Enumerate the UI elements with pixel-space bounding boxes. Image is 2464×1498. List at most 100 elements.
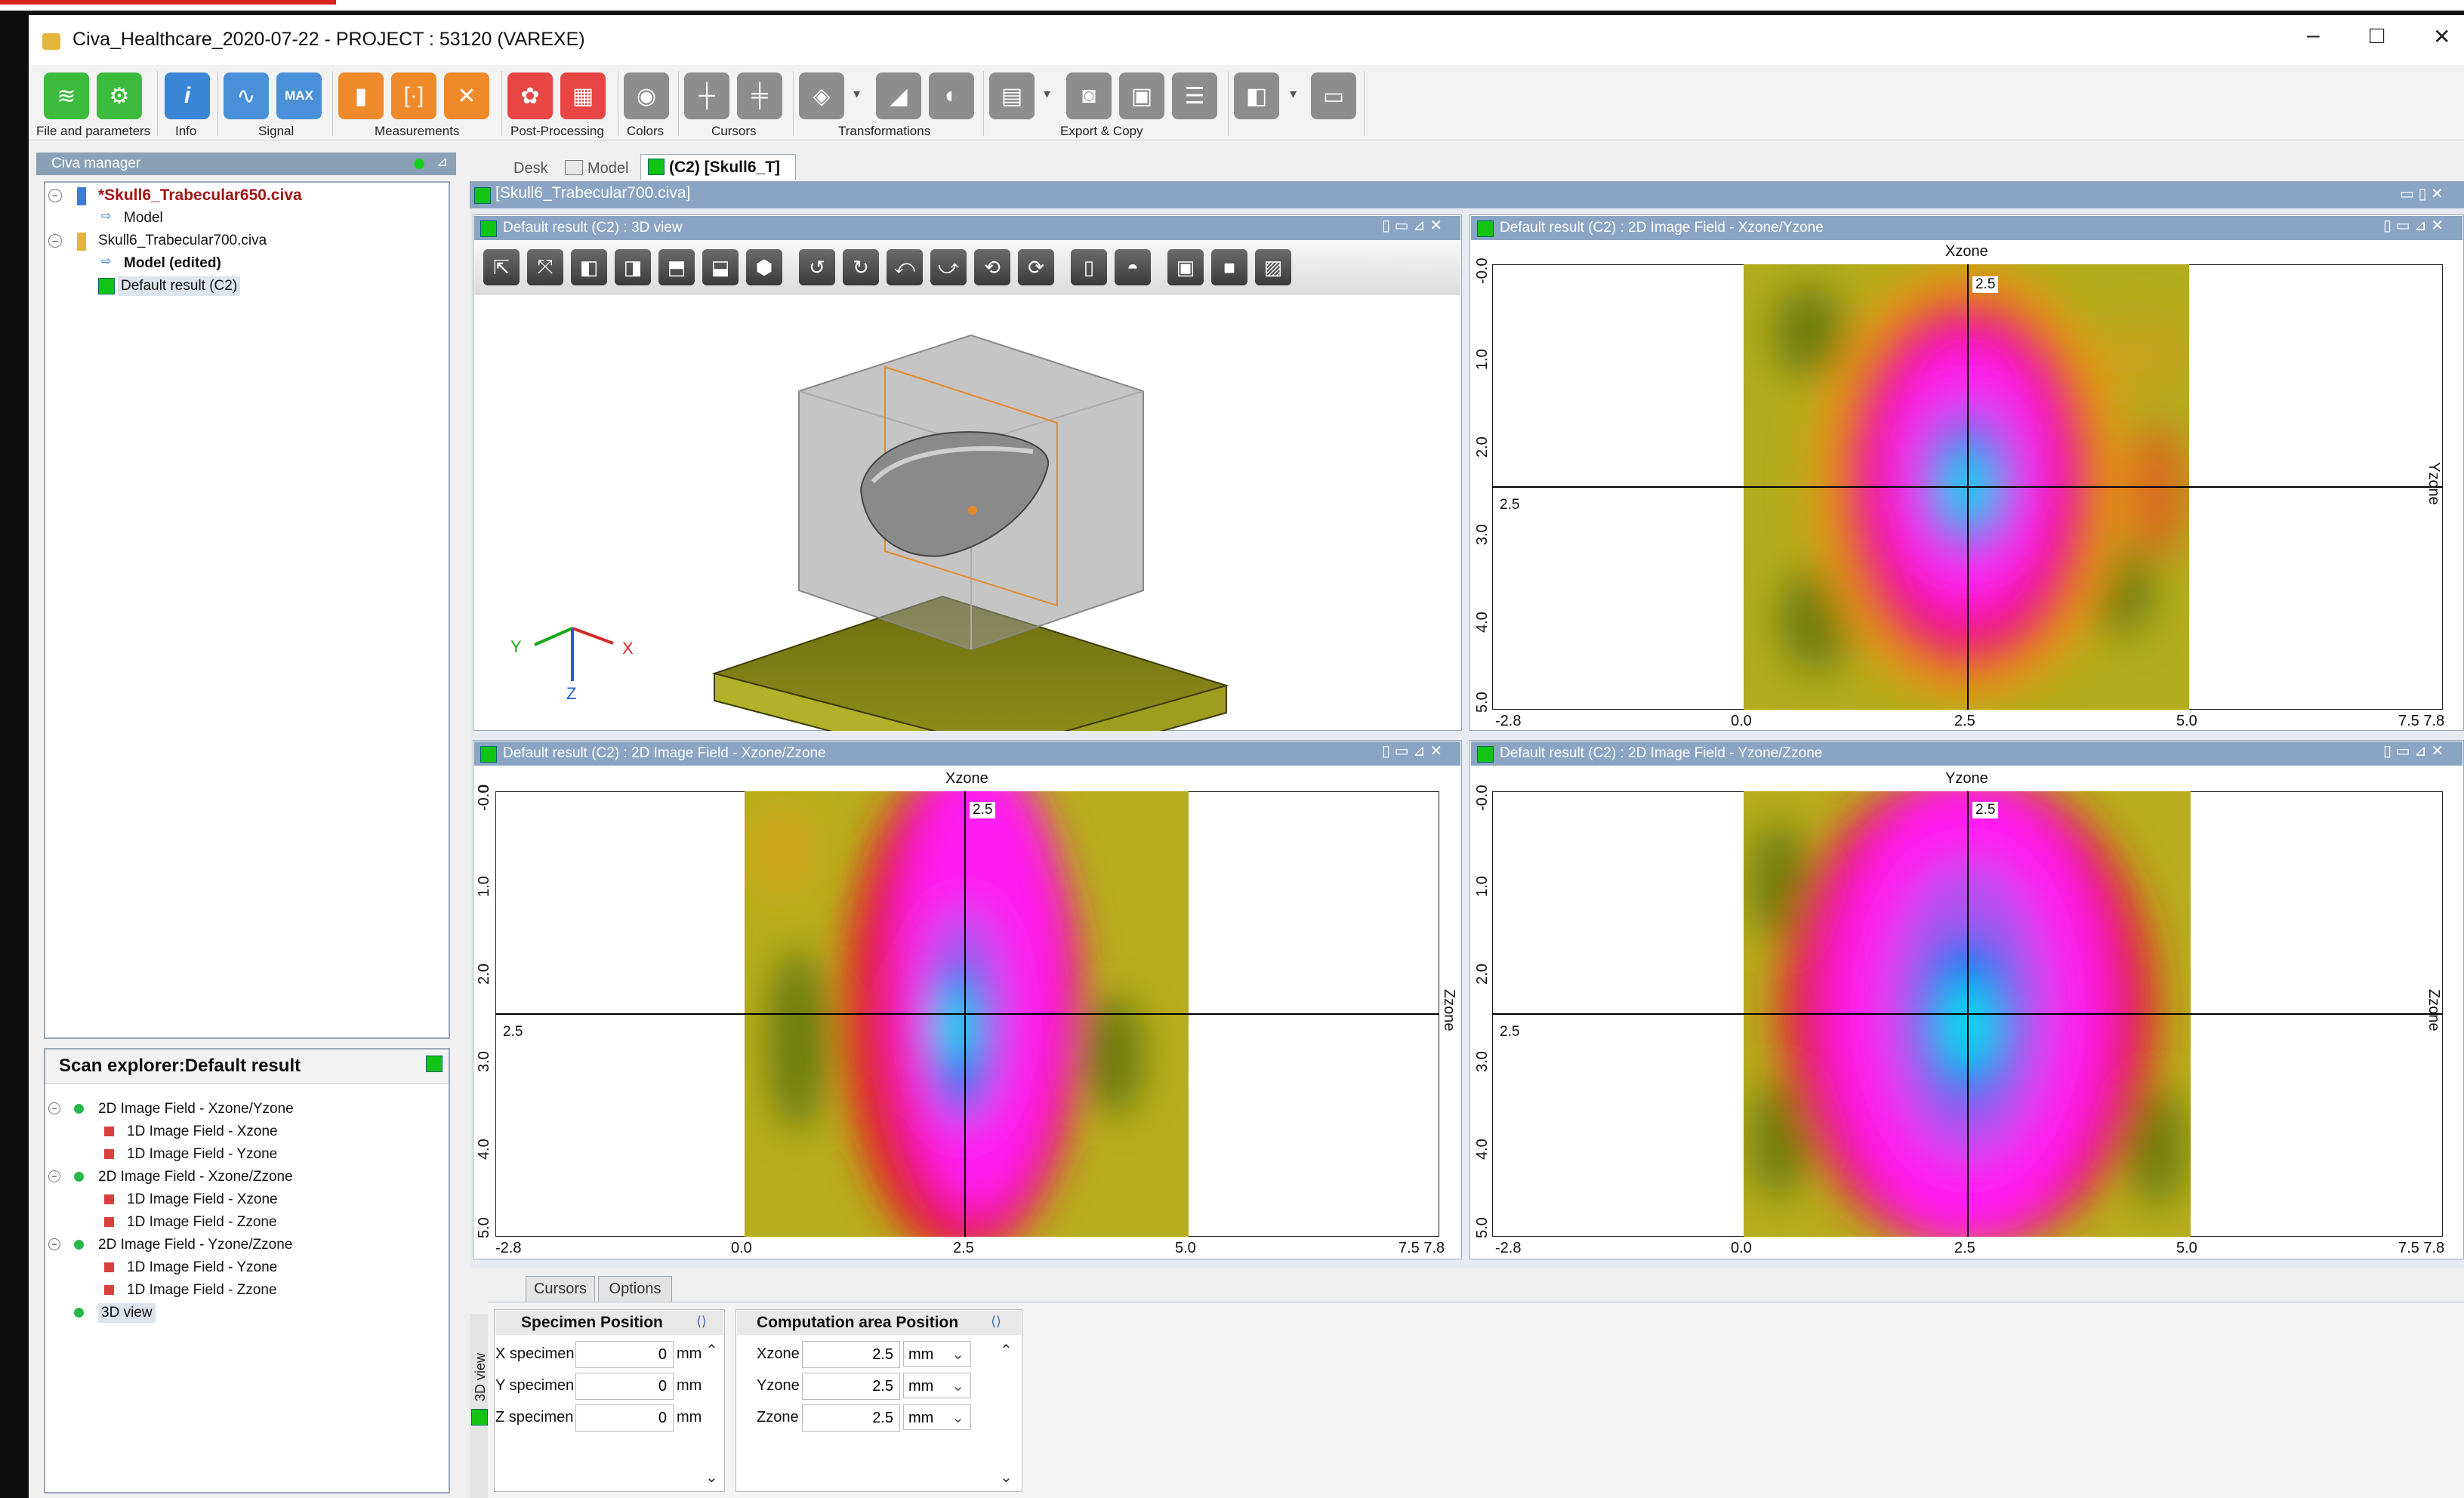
rotate-up-icon[interactable]: ⤺ [887,249,923,285]
slice-icon[interactable]: ▯ [1071,249,1107,285]
signal-wave-icon[interactable]: ∿ [224,72,269,119]
y-tick-label: 4.0 [1474,612,1491,633]
collapse-toggle-icon[interactable]: − [48,1238,60,1250]
image-field-yz[interactable] [1492,791,2443,1237]
scroll-up-icon[interactable]: ⌃ [1000,1341,1013,1360]
dock-window-icon[interactable]: ▭ ▯ ✕ [2400,184,2444,203]
post-processing-grid-icon[interactable]: ▦ [560,72,606,119]
scroll-down-icon[interactable]: ⌄ [1000,1468,1013,1487]
color-palette-icon[interactable]: ◉ [624,72,669,119]
processing-gear-icon[interactable]: ✿ [507,72,553,119]
yzone-unit-select[interactable]: mm ⌄ [903,1373,971,1398]
cursor-crosshair-icon[interactable]: ╪ [737,72,782,119]
open-folder-icon[interactable]: ▭ [1311,72,1356,119]
transform-rotate-icon[interactable]: ◈ [799,72,844,119]
dropdown-arrow-icon[interactable]: ▾ [853,86,860,102]
cube-top-icon[interactable]: ⬒ [658,249,695,285]
yzone-input[interactable]: 2.5 [802,1373,900,1400]
cube-front-icon[interactable]: ◧ [571,249,607,285]
tree-item-model-edited[interactable]: Model (edited) [124,254,221,273]
zzone-input[interactable]: 2.5 [802,1404,900,1432]
minimize-button[interactable]: – [2307,23,2320,48]
export-page-icon[interactable]: ▤ [989,72,1035,119]
transform-mirror-icon[interactable]: ◐ [929,72,974,119]
max-signal-icon[interactable]: MAX [276,72,322,119]
info-icon[interactable]: i [165,72,210,119]
scan-item[interactable]: 1D Image Field - Zzone [127,1281,277,1300]
spin-right-icon[interactable]: ⟳ [1018,249,1054,285]
specimen-y-input[interactable]: 0 [575,1373,674,1400]
tree-item-project[interactable]: Skull6_Trabecular700.civa [98,231,267,251]
view-window-controls-icon[interactable]: ▯ ▭ ⊿ ✕ [2383,741,2444,760]
collapse-toggle-icon[interactable]: − [48,1170,60,1182]
x-axis-arrow [572,627,614,645]
scan-item[interactable]: 1D Image Field - Zzone [127,1213,277,1232]
collapse-arrows-icon[interactable]: ⟨⟩ [696,1314,707,1330]
solid-icon[interactable]: ■ [1211,249,1247,285]
rotate-right-icon[interactable]: ↻ [843,249,879,285]
dropdown-arrow-icon[interactable]: ▾ [1290,86,1297,102]
specimen-z-input[interactable]: 0 [575,1404,674,1432]
view-window-controls-icon[interactable]: ▯ ▭ ⊿ ✕ [1382,216,1442,235]
cube-3d-icon[interactable]: ⬢ [746,249,782,285]
measure-bracket-icon[interactable]: [·] [391,72,436,119]
view-window-controls-icon[interactable]: ▯ ▭ ⊿ ✕ [2383,216,2444,235]
scan-item-3d-view[interactable]: 3D view [98,1303,156,1323]
cube-side-icon[interactable]: ◨ [615,249,651,285]
collapse-arrows-icon[interactable]: ⟨⟩ [991,1314,1001,1330]
tab-options[interactable]: Options [598,1276,672,1302]
image-field-xy[interactable] [1492,264,2443,710]
hatch-icon[interactable]: ▨ [1255,249,1291,285]
pointer-icon[interactable]: ⇱ [483,249,520,285]
scan-item[interactable]: 2D Image Field - Xzone/Yzone [98,1099,294,1119]
rotate-left-icon[interactable]: ↺ [799,249,835,285]
camera-icon[interactable]: ◙ [1066,72,1112,119]
status-dot-icon [414,159,424,169]
database-icon[interactable]: ≋ [44,72,89,119]
gear-settings-icon[interactable]: ⚙ [97,72,142,119]
pin-icon[interactable]: ⊿ [436,154,448,170]
close-button[interactable]: ✕ [2433,24,2450,49]
collapse-toggle-icon[interactable]: − [48,234,62,248]
tree-item-model[interactable]: Model [124,208,163,228]
maximize-button[interactable]: □ [2370,21,2384,49]
dome-icon[interactable]: ◓ [1115,249,1151,285]
model-tab-icon [565,160,583,175]
view-window-controls-icon[interactable]: ▯ ▭ ⊿ ✕ [1382,741,1442,760]
field-dot-icon [74,1240,84,1250]
cube-iso-icon[interactable]: ⬓ [702,249,739,285]
measure-tools-icon[interactable]: ✕ [444,72,489,119]
xzone-input[interactable]: 2.5 [802,1341,900,1368]
scan-item[interactable]: 1D Image Field - Xzone [127,1190,278,1210]
collapse-toggle-icon[interactable]: − [48,189,62,202]
tree-item-default-result[interactable]: Default result (C2) [118,276,241,296]
export-table-icon[interactable]: ☰ [1172,72,1217,119]
tab-desk[interactable]: Desk [491,157,554,180]
layer-icon[interactable]: ▣ [1167,249,1204,285]
image-field-xz[interactable] [495,791,1439,1237]
spin-left-icon[interactable]: ⟲ [974,249,1010,285]
ruler-icon[interactable]: ▮ [338,72,384,119]
scan-item[interactable]: 1D Image Field - Yzone [127,1258,277,1278]
layout-icon[interactable]: ◧ [1234,72,1279,119]
collapse-toggle-icon[interactable]: − [48,1102,60,1114]
scroll-down-icon[interactable]: ⌄ [705,1468,718,1487]
scan-item[interactable]: 2D Image Field - Yzone/Zzone [98,1235,292,1255]
transform-chart-icon[interactable]: ◢ [876,72,921,119]
xzone-unit-select[interactable]: mm ⌄ [903,1341,971,1367]
rotate-down-icon[interactable]: ⤻ [930,249,967,285]
export-image-icon[interactable]: ▣ [1119,72,1164,119]
scroll-up-icon[interactable]: ⌃ [705,1341,718,1360]
fit-view-icon[interactable]: ⤧ [527,249,563,285]
tab-cursors[interactable]: Cursors [526,1276,595,1302]
dropdown-arrow-icon[interactable]: ▾ [1044,86,1050,102]
view-3d-canvas[interactable]: X Y Z [474,296,1460,731]
zzone-unit-select[interactable]: mm ⌄ [903,1404,971,1430]
tab-model[interactable]: Model [587,157,628,180]
specimen-x-input[interactable]: 0 [575,1341,674,1368]
scan-item[interactable]: 1D Image Field - Yzone [127,1145,277,1164]
tree-item-project[interactable]: *Skull6_Trabecular650.civa [98,186,302,205]
cursor-cross-icon[interactable]: ┼ [684,72,729,119]
scan-item[interactable]: 2D Image Field - Xzone/Zzone [98,1167,293,1187]
scan-item[interactable]: 1D Image Field - Xzone [127,1122,278,1142]
